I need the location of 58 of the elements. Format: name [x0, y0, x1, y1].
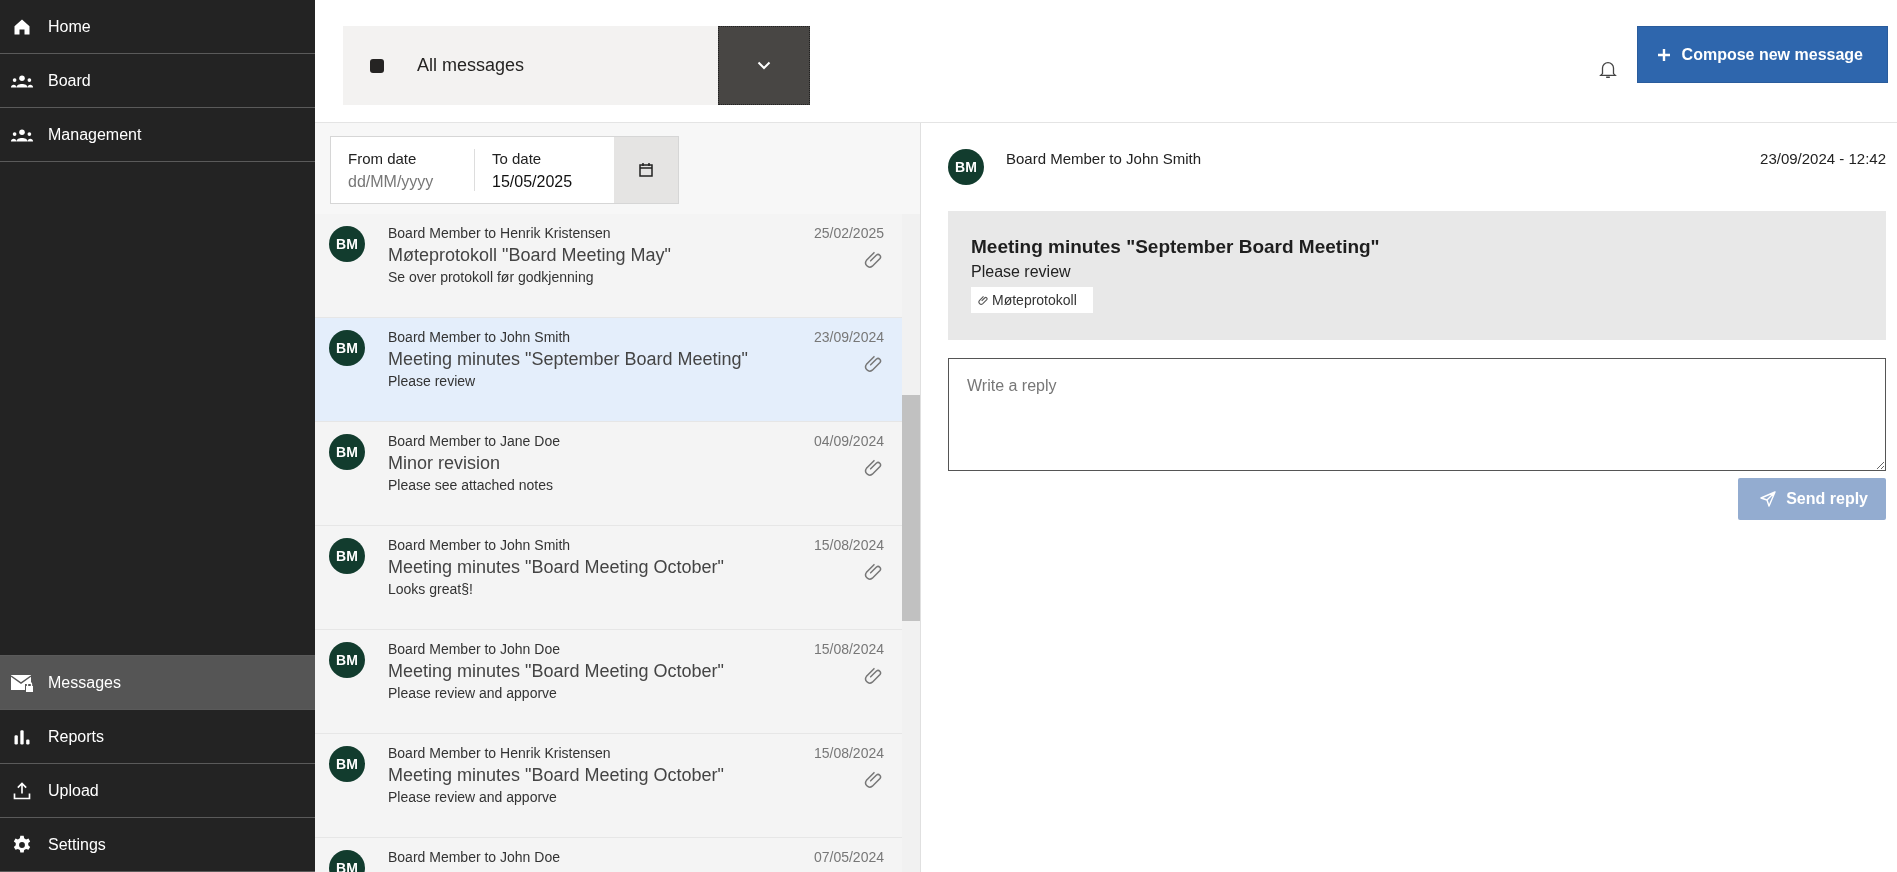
scrollbar-thumb[interactable] — [902, 395, 920, 621]
avatar: BM — [329, 746, 365, 782]
message-preview: Please review and apporve — [388, 788, 558, 807]
from-date-label: From date — [348, 149, 418, 167]
from-date-input[interactable]: dd/MM/yyyy — [348, 172, 456, 191]
filter-label: All messages — [417, 55, 526, 76]
message-date: 15/08/2024 — [813, 536, 884, 554]
message-preview: Please see attached notes — [388, 476, 554, 495]
message-subject: Meeting minutes "September Board Meeting" — [388, 348, 749, 371]
message-subject: Meeting minutes "Board Meeting October" — [388, 764, 725, 787]
date-range-field[interactable]: From date dd/MM/yyyy To date 15/05/2025 — [330, 136, 679, 204]
message-preview: Please review — [388, 372, 477, 391]
message-sender: Board Member to John Smith — [1006, 150, 1202, 167]
message-date: 25/02/2025 — [813, 224, 884, 242]
message-body: Please review — [971, 263, 1072, 281]
message-preview: Se over protokoll før godkjenning — [388, 268, 595, 287]
message-date: 15/08/2024 — [813, 640, 884, 658]
message-timestamp: 23/09/2024 - 12:42 — [1760, 150, 1886, 167]
avatar: BM — [329, 226, 365, 262]
message-list-item[interactable]: BM Board Member to John Smith Meeting minutes "September Board Meeting" Please review 23/09/2024 — [315, 318, 902, 422]
message-sender: Board Member to John Doe — [388, 640, 561, 658]
chevron-down-icon — [757, 61, 771, 70]
message-date: 04/09/2024 — [813, 432, 884, 450]
paperclip-icon — [978, 294, 989, 306]
calendar-icon — [638, 162, 654, 178]
avatar: BM — [329, 330, 365, 366]
message-preview: Looks great§! — [388, 580, 474, 599]
message-subject: Minor revision — [388, 452, 502, 475]
to-date-label: To date — [492, 149, 543, 167]
calendar-button[interactable] — [614, 137, 678, 203]
mail-lock-icon — [10, 672, 34, 693]
message-subject: Meeting minutes "September Board Meeting" — [971, 236, 1381, 258]
message-sender: Board Member to Jane Doe — [388, 432, 561, 450]
message-date: 07/05/2024 — [813, 848, 884, 866]
message-sender: Board Member to Henrik Kristensen — [388, 744, 612, 762]
message-date: 15/08/2024 — [813, 744, 884, 762]
sidebar-item[interactable]: Messages — [0, 656, 315, 710]
message-subject: Meeting minutes "Board Meeting October" — [388, 660, 725, 683]
compose-button[interactable]: Compose new message — [1636, 26, 1888, 83]
avatar: BM — [329, 538, 365, 574]
avatar: BM — [329, 434, 365, 470]
attachment-chip[interactable]: Møteprotokoll — [971, 287, 1093, 313]
message-sender: Board Member to John Doe — [388, 848, 561, 866]
message-subject: Møteprotokoll "Board Meeting May" — [388, 244, 672, 267]
message-sender: Board Member to Henrik Kristensen — [388, 224, 612, 242]
plus-icon — [1657, 48, 1670, 61]
message-sender: Board Member to John Smith — [388, 536, 572, 554]
to-date-value[interactable]: 15/05/2025 — [492, 172, 596, 191]
message-filter-dropdown[interactable]: All messages — [343, 26, 810, 105]
avatar: BM — [329, 642, 365, 678]
square-icon — [370, 58, 384, 73]
message-sender: Board Member to John Smith — [388, 328, 572, 346]
message-preview: Please review and apporve — [388, 684, 558, 703]
send-icon — [1760, 491, 1777, 507]
message-date: 23/09/2024 — [813, 328, 884, 346]
dropdown-toggle[interactable] — [718, 26, 810, 105]
avatar: BM — [948, 149, 984, 185]
message-subject: Meeting minutes "Board Meeting October" — [388, 556, 725, 579]
